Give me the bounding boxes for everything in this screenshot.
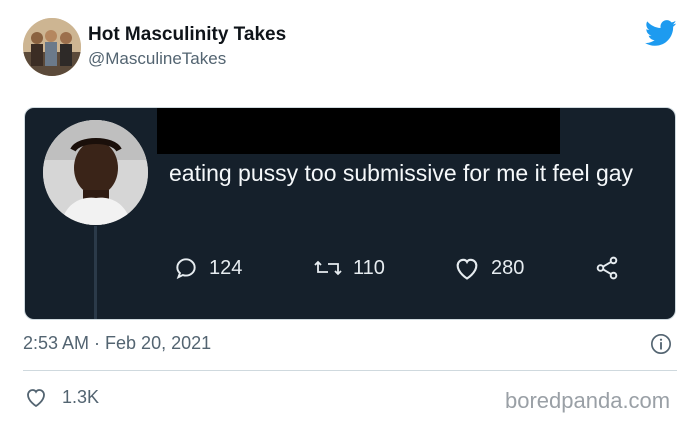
twitter-bird-icon[interactable] bbox=[645, 20, 677, 47]
retweet-icon bbox=[314, 260, 342, 276]
share-action[interactable] bbox=[593, 253, 631, 283]
redaction-box bbox=[157, 108, 560, 154]
like-action[interactable]: 280 bbox=[453, 253, 524, 283]
thread-line bbox=[94, 226, 97, 319]
group-photo-avatar bbox=[23, 18, 81, 76]
tweet-timestamp[interactable]: 2:53 AM · Feb 20, 2021 bbox=[23, 333, 211, 354]
embedded-tweet-text: eating pussy too submissive for me it fe… bbox=[169, 160, 634, 186]
heart-icon bbox=[456, 258, 478, 280]
embedded-tweet-screenshot: eating pussy too submissive for me it fe… bbox=[24, 107, 676, 320]
share-icon bbox=[596, 256, 618, 280]
reply-icon bbox=[176, 258, 196, 280]
reply-action[interactable]: 124 bbox=[173, 253, 242, 283]
info-icon[interactable] bbox=[650, 333, 672, 355]
person-photo bbox=[43, 120, 148, 225]
reply-count: 124 bbox=[209, 256, 243, 279]
avatar[interactable] bbox=[23, 18, 81, 76]
retweet-action[interactable]: 110 bbox=[313, 253, 385, 283]
embedded-tweet-avatar bbox=[43, 120, 148, 225]
watermark: boredpanda.com bbox=[505, 388, 671, 413]
like-count: 1.3K bbox=[62, 386, 100, 407]
like-row[interactable]: 1.3K bbox=[24, 385, 99, 409]
like-count: 280 bbox=[491, 256, 525, 279]
heart-icon bbox=[27, 389, 45, 408]
retweet-count: 110 bbox=[353, 256, 385, 279]
user-handle[interactable]: @MasculineTakes bbox=[88, 49, 226, 69]
divider bbox=[23, 370, 677, 371]
tweet-header: Hot Masculinity Takes @MasculineTakes bbox=[0, 0, 700, 90]
display-name[interactable]: Hot Masculinity Takes bbox=[88, 24, 286, 46]
